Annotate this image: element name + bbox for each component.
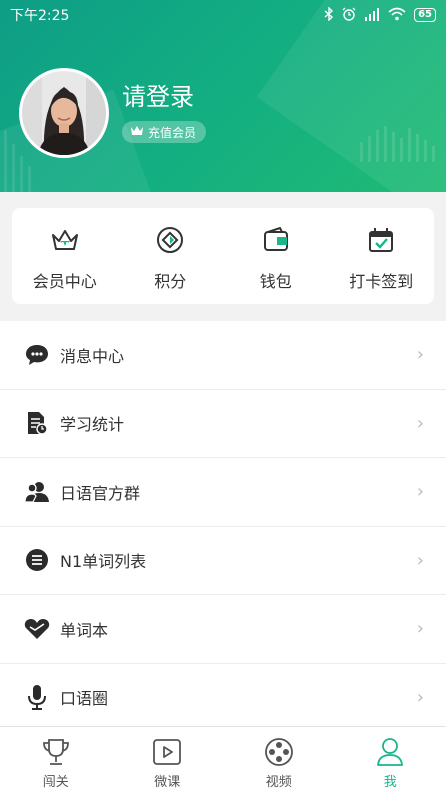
crown-icon: [130, 125, 144, 139]
battery-indicator: 65: [414, 8, 436, 22]
chevron-right-icon: ›: [416, 344, 424, 366]
menu-list: 消息中心 › 学习统计 › 日语官方群 › N1单词列表 › 单词本 › 口语圈: [0, 321, 446, 732]
nav-label: 微课: [154, 775, 181, 790]
menu-item-n1-word-list[interactable]: N1单词列表 ›: [0, 527, 446, 595]
trophy-icon: [39, 736, 73, 768]
quick-action-label: 打卡签到: [349, 272, 414, 291]
menu-item-study-statistics[interactable]: 学习统计 ›: [0, 390, 446, 458]
vip-recharge-badge[interactable]: 充值会员: [122, 121, 207, 143]
menu-item-label: 消息中心: [60, 346, 125, 366]
menu-item-label: 口语圈: [60, 689, 109, 709]
chevron-right-icon: ›: [416, 686, 424, 708]
checkin-icon: [365, 224, 397, 256]
menu-item-label: 单词本: [60, 620, 109, 640]
alarm-icon: [342, 7, 356, 24]
menu-item-wordbook[interactable]: 单词本 ›: [0, 595, 446, 664]
profile-header: 下午2:25 65 请登录 充值会员: [0, 0, 446, 192]
wifi-icon: [388, 7, 406, 24]
quick-action-label: 会员中心: [32, 272, 97, 291]
menu-item-label: 日语官方群: [60, 483, 141, 503]
menu-item-japanese-group[interactable]: 日语官方群 ›: [0, 458, 446, 527]
status-time: 下午2:25: [10, 8, 70, 24]
quick-action-label: 钱包: [259, 272, 292, 291]
svg-text:V: V: [62, 241, 69, 250]
menu-item-label: N1单词列表: [60, 552, 147, 572]
quick-action-checkin[interactable]: 打卡签到: [329, 208, 435, 304]
microphone-icon: [24, 684, 50, 711]
chevron-right-icon: ›: [416, 481, 424, 503]
crown-icon: V: [49, 224, 81, 256]
chevron-right-icon: ›: [416, 412, 424, 434]
menu-item-label: 学习统计: [60, 415, 125, 435]
nav-tab-me[interactable]: 我: [335, 727, 446, 796]
avatar[interactable]: [19, 68, 109, 158]
signal-icon: [364, 7, 380, 24]
menu-item-message-center[interactable]: 消息中心 ›: [0, 321, 446, 390]
chevron-right-icon: ›: [416, 618, 424, 640]
nav-label: 我: [383, 775, 397, 790]
group-icon: [24, 479, 50, 505]
film-icon: [262, 736, 296, 768]
menu-item-speaking-circle[interactable]: 口语圈 ›: [0, 664, 446, 732]
play-icon: [150, 736, 184, 768]
bluetooth-icon: [324, 5, 334, 24]
chevron-right-icon: ›: [416, 549, 424, 571]
points-icon: [154, 224, 186, 256]
message-icon: [24, 342, 50, 368]
nav-tab-video[interactable]: 视频: [223, 727, 335, 796]
quick-actions-panel: V 会员中心 积分 钱包 打卡签到: [12, 208, 434, 304]
nav-tab-micro-lesson[interactable]: 微课: [112, 727, 224, 796]
login-prompt[interactable]: 请登录: [122, 77, 194, 112]
quick-action-wallet[interactable]: 钱包: [223, 208, 329, 304]
statistics-icon: [24, 410, 50, 436]
user-icon: [373, 736, 407, 768]
wallet-icon: [260, 224, 292, 256]
nav-tab-challenge[interactable]: 闯关: [0, 727, 112, 796]
quick-action-vip-center[interactable]: V 会员中心: [12, 208, 118, 304]
header-decoration: [360, 126, 435, 162]
bottom-navigation: 闯关 微课 视频 我: [0, 726, 446, 796]
heart-icon: [24, 616, 50, 642]
quick-action-points[interactable]: 积分: [118, 208, 224, 304]
vip-label: 充值会员: [148, 125, 197, 140]
status-bar: 下午2:25 65: [0, 0, 446, 30]
nav-label: 闯关: [42, 775, 69, 790]
quick-action-label: 积分: [154, 272, 187, 291]
nav-label: 视频: [265, 775, 292, 790]
list-icon: [24, 547, 50, 573]
